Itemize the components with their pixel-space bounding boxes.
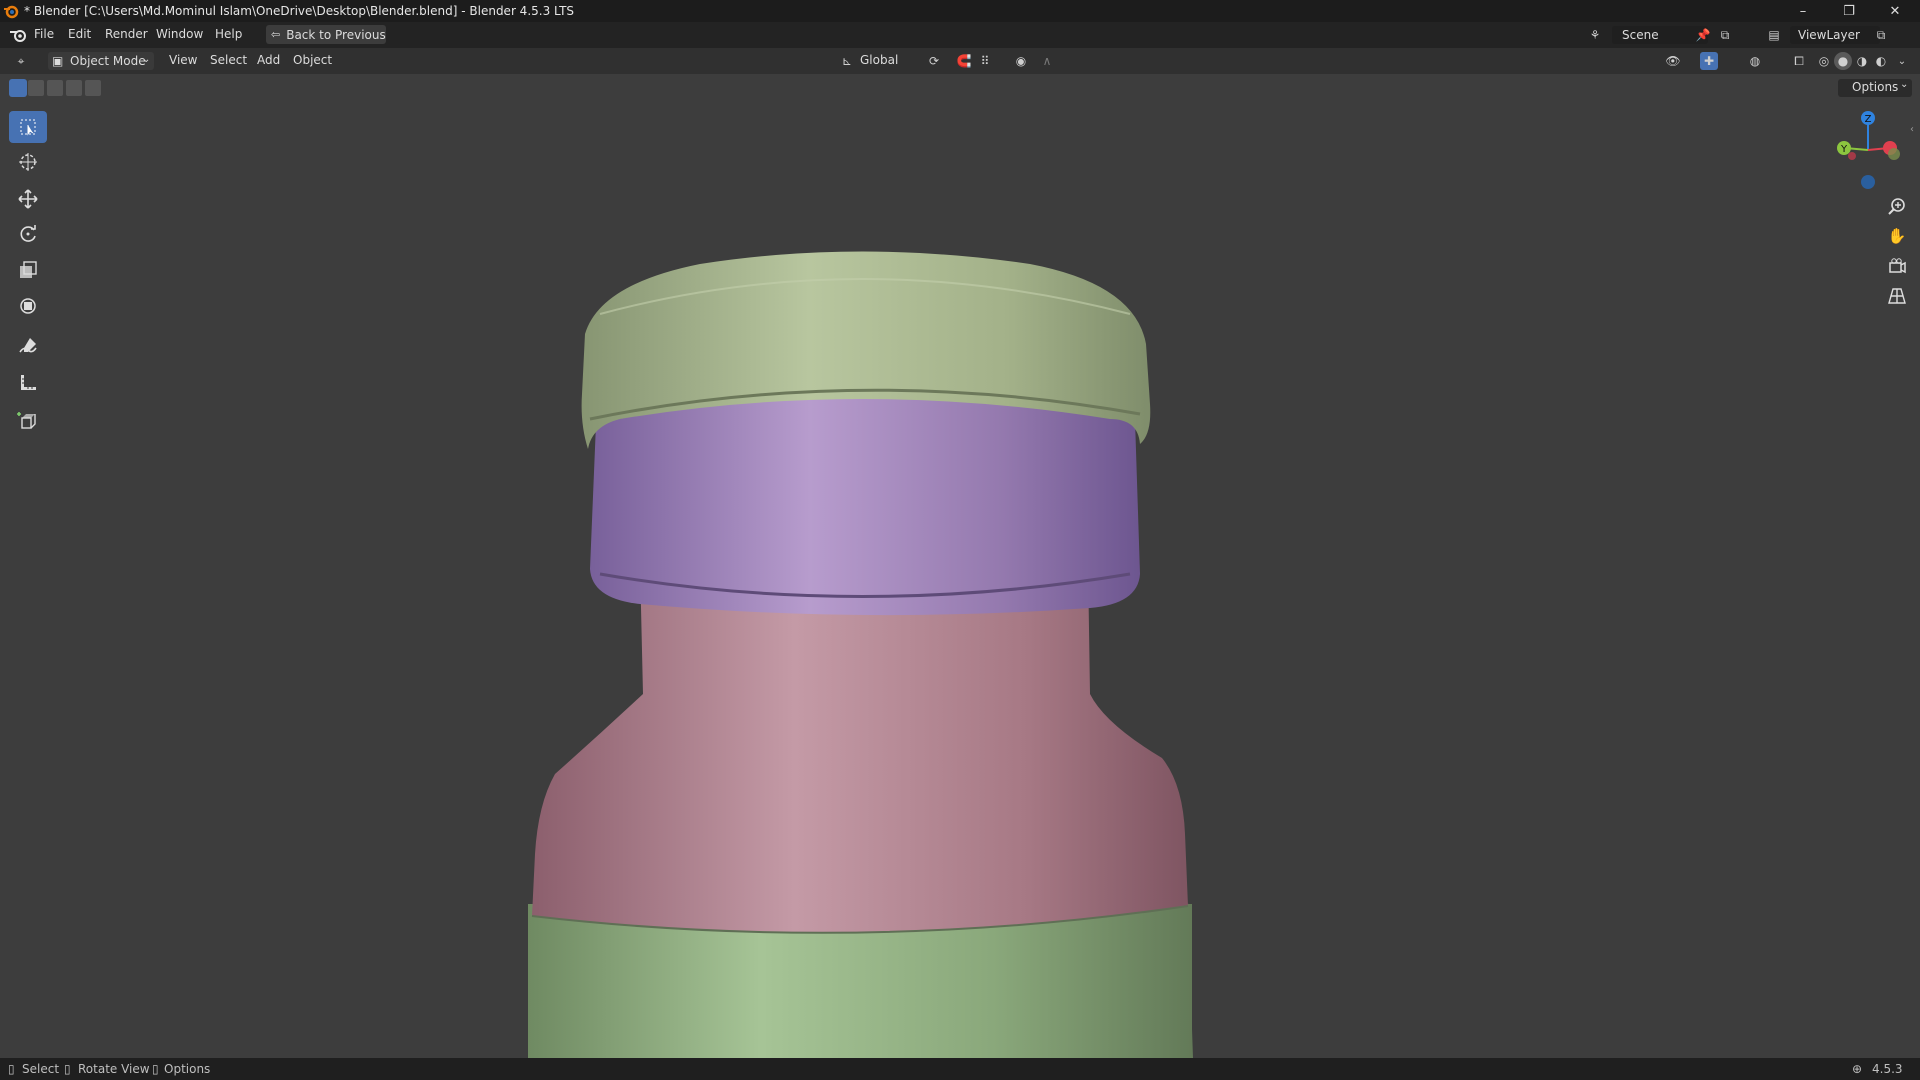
zoom-icon bbox=[1888, 198, 1905, 215]
snap-target-icon[interactable]: ⠿ bbox=[976, 52, 994, 70]
material-shading-icon[interactable]: ◑ bbox=[1853, 52, 1871, 70]
pin-icon[interactable]: 📌 bbox=[1694, 26, 1712, 44]
chevron-down-icon: ⌄ bbox=[142, 54, 151, 65]
pan-button[interactable]: ✋ bbox=[1881, 222, 1913, 250]
gizmo-toggle-icon[interactable]: ✚ bbox=[1700, 52, 1718, 70]
wireframe-shading-icon[interactable]: ◎ bbox=[1815, 52, 1833, 70]
move-tool[interactable] bbox=[9, 183, 47, 215]
scene-icon[interactable]: ⚘ bbox=[1586, 26, 1604, 44]
view-layer-icon[interactable]: ▤ bbox=[1765, 26, 1783, 44]
menu-render[interactable]: Render bbox=[105, 27, 148, 41]
snap-icon[interactable]: 🧲 bbox=[955, 52, 973, 70]
add-cube-tool[interactable] bbox=[9, 405, 47, 437]
window-title: * Blender [C:\Users\Md.Mominul Islam\One… bbox=[24, 4, 575, 18]
blender-logo-icon bbox=[4, 5, 19, 19]
status-bar: ▯ Select ▯ Rotate View ▯ Options ⊕ 4.5.3 bbox=[0, 1058, 1920, 1080]
menu-help[interactable]: Help bbox=[215, 27, 242, 41]
neg-x-axis-icon[interactable] bbox=[1848, 152, 1856, 160]
camera-icon bbox=[1889, 258, 1906, 274]
header-menu-view[interactable]: View bbox=[169, 53, 197, 67]
maximize-button[interactable]: ❐ bbox=[1826, 0, 1872, 22]
back-icon: ⇦ bbox=[271, 28, 281, 41]
xray-icon[interactable]: ⧠ bbox=[1790, 52, 1808, 70]
cursor-tool[interactable] bbox=[9, 146, 47, 178]
blender-menu-icon[interactable] bbox=[9, 27, 27, 43]
transform-icon bbox=[20, 298, 36, 314]
mouse-middle-icon: ▯ bbox=[64, 1062, 71, 1076]
scale-tool[interactable] bbox=[9, 254, 47, 286]
hand-icon: ✋ bbox=[1887, 227, 1907, 245]
header-menu-add[interactable]: Add bbox=[257, 53, 280, 67]
move-icon bbox=[18, 189, 38, 209]
measure-tool[interactable] bbox=[9, 366, 47, 398]
rotate-icon bbox=[20, 225, 36, 242]
annotate-tool[interactable] bbox=[9, 330, 47, 362]
zoom-button[interactable] bbox=[1881, 192, 1913, 220]
back-to-previous-label: Back to Previous bbox=[286, 27, 386, 42]
editor-type-icon[interactable]: ⌖ bbox=[12, 52, 30, 70]
bottle-shoulder bbox=[532, 564, 1188, 933]
mouse-right-icon: ▯ bbox=[152, 1062, 159, 1076]
network-icon: ⊕ bbox=[1852, 1062, 1863, 1076]
bottle-band bbox=[590, 392, 1140, 616]
pivot-icon[interactable]: ⟳ bbox=[925, 52, 943, 70]
select-box-icon bbox=[20, 119, 36, 136]
measure-icon bbox=[21, 375, 36, 390]
cursor-icon bbox=[19, 153, 37, 171]
menu-window[interactable]: Window bbox=[156, 27, 203, 41]
minimize-button[interactable]: – bbox=[1780, 0, 1826, 22]
viewport-header: ⌖ ▣ Object Mode ⌄ View Select Add Object… bbox=[0, 48, 1920, 74]
mode-dropdown[interactable]: ▣ Object Mode ⌄ bbox=[48, 52, 154, 70]
proportional-edit-icon[interactable]: ◉ bbox=[1012, 52, 1030, 70]
status-options: Options bbox=[164, 1062, 211, 1076]
viewport-canvas[interactable] bbox=[0, 74, 1920, 1058]
rendered-shading-icon[interactable]: ◐ bbox=[1872, 52, 1890, 70]
header-menu-select[interactable]: Select bbox=[210, 53, 247, 67]
y-axis-label: Y bbox=[1840, 144, 1848, 155]
neg-z-axis-icon[interactable] bbox=[1861, 175, 1875, 189]
menu-edit[interactable]: Edit bbox=[68, 27, 91, 41]
close-button[interactable]: ✕ bbox=[1872, 0, 1918, 22]
visibility-icon[interactable]: 👁 bbox=[1664, 52, 1682, 70]
sidebar-toggle-icon[interactable]: ‹ bbox=[1910, 124, 1914, 135]
perspective-toggle-button[interactable] bbox=[1881, 282, 1913, 310]
overlays-icon[interactable]: ◍ bbox=[1746, 52, 1764, 70]
header-menu-object[interactable]: Object bbox=[293, 53, 332, 67]
view-layer-name: ViewLayer bbox=[1798, 28, 1860, 42]
orientation-label[interactable]: Global bbox=[860, 53, 898, 67]
status-select: Select bbox=[22, 1062, 60, 1076]
new-view-layer-icon[interactable]: ⧉ bbox=[1872, 26, 1890, 44]
transform-tool[interactable] bbox=[9, 290, 47, 322]
title-bar: * Blender [C:\Users\Md.Mominul Islam\One… bbox=[0, 0, 1920, 22]
annotate-icon bbox=[19, 338, 37, 353]
status-version: 4.5.3 bbox=[1872, 1062, 1903, 1076]
select-box-tool[interactable] bbox=[9, 111, 47, 143]
camera-view-button[interactable] bbox=[1881, 252, 1913, 280]
orientation-icon[interactable]: ⊾ bbox=[838, 52, 856, 70]
add-cube-icon bbox=[17, 412, 36, 429]
view-layer-field[interactable]: ViewLayer bbox=[1790, 26, 1880, 44]
object-mode-icon: ▣ bbox=[52, 54, 64, 68]
status-rotate-view: Rotate View bbox=[78, 1062, 150, 1076]
mouse-left-icon: ▯ bbox=[8, 1062, 15, 1076]
grid-perspective-icon bbox=[1888, 288, 1906, 304]
top-menu-bar: File Edit Render Window Help ⇦ Back to P… bbox=[0, 22, 1920, 48]
z-axis-label: Z bbox=[1865, 114, 1872, 125]
solid-shading-icon[interactable]: ● bbox=[1834, 52, 1852, 70]
new-scene-icon[interactable]: ⧉ bbox=[1716, 26, 1734, 44]
scene-name: Scene bbox=[1622, 28, 1659, 42]
menu-file[interactable]: File bbox=[34, 27, 54, 41]
shading-options-icon[interactable]: ⌄ bbox=[1893, 52, 1911, 70]
neg-y-axis-icon[interactable] bbox=[1888, 148, 1900, 160]
falloff-icon[interactable]: ∧ bbox=[1038, 52, 1056, 70]
mode-label: Object Mode bbox=[70, 54, 146, 68]
rotate-tool[interactable] bbox=[9, 218, 47, 250]
navigation-gizmo[interactable]: Z Y bbox=[1820, 106, 1900, 196]
back-to-previous-button[interactable]: ⇦ Back to Previous bbox=[266, 25, 386, 44]
scale-icon bbox=[20, 261, 37, 278]
